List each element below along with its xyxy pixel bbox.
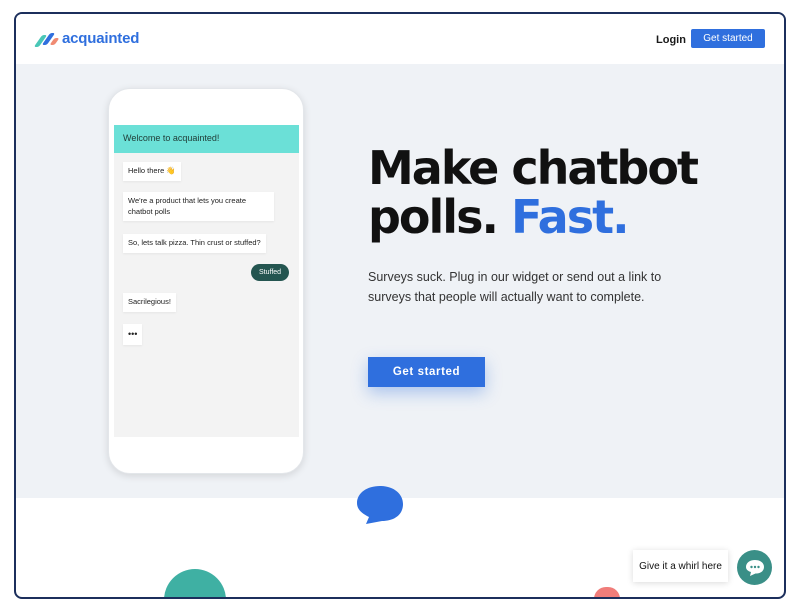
header-get-started-button[interactable]: Get started <box>691 29 765 48</box>
chat-title: Welcome to acquainted! <box>123 133 220 143</box>
logo[interactable]: acquainted <box>33 30 140 47</box>
chat-bubble-bot: Hello there 👋 <box>123 162 181 181</box>
headline-line-2: polls. Fast. <box>368 193 697 242</box>
typing-indicator: ••• <box>123 324 143 345</box>
teal-blob-decoration <box>164 569 226 597</box>
chat-bubble-decoration-icon <box>357 486 403 524</box>
chat-widget-button[interactable] <box>737 550 772 585</box>
red-blob-decoration <box>594 587 620 597</box>
site-header: acquainted Login Get started <box>16 14 784 64</box>
chat-bubble-bot: Sacrilegious! <box>123 293 176 312</box>
phone-screen: Welcome to acquainted! Hello there 👋 We'… <box>114 125 299 437</box>
give-it-a-whirl-prompt[interactable]: Give it a whirl here <box>633 550 728 582</box>
chat-bubble-user: Stuffed <box>251 264 290 281</box>
chat-bubble-bot: We're a product that lets you create cha… <box>123 192 274 221</box>
hero-get-started-button[interactable]: Get started <box>368 357 485 387</box>
chat-header: Welcome to acquainted! <box>114 125 299 153</box>
browser-frame: acquainted Login Get started Welcome to … <box>14 12 786 599</box>
hero-headline: Make chatbot polls. Fast. <box>368 141 699 242</box>
headline-line-1: Make chatbot <box>368 141 699 195</box>
login-link[interactable]: Login <box>656 34 686 46</box>
hero-subtext: Surveys suck. Plug in our widget or send… <box>368 270 662 304</box>
chat-icon <box>745 559 764 576</box>
chat-bubble-bot: So, lets talk pizza. Thin crust or stuff… <box>123 234 266 253</box>
phone-mockup: Welcome to acquainted! Hello there 👋 We'… <box>108 88 304 474</box>
headline-polls: polls. <box>368 190 499 244</box>
logo-mark-icon <box>33 32 60 47</box>
headline-fast: Fast. <box>510 190 630 244</box>
logo-text: acquainted <box>62 30 140 47</box>
